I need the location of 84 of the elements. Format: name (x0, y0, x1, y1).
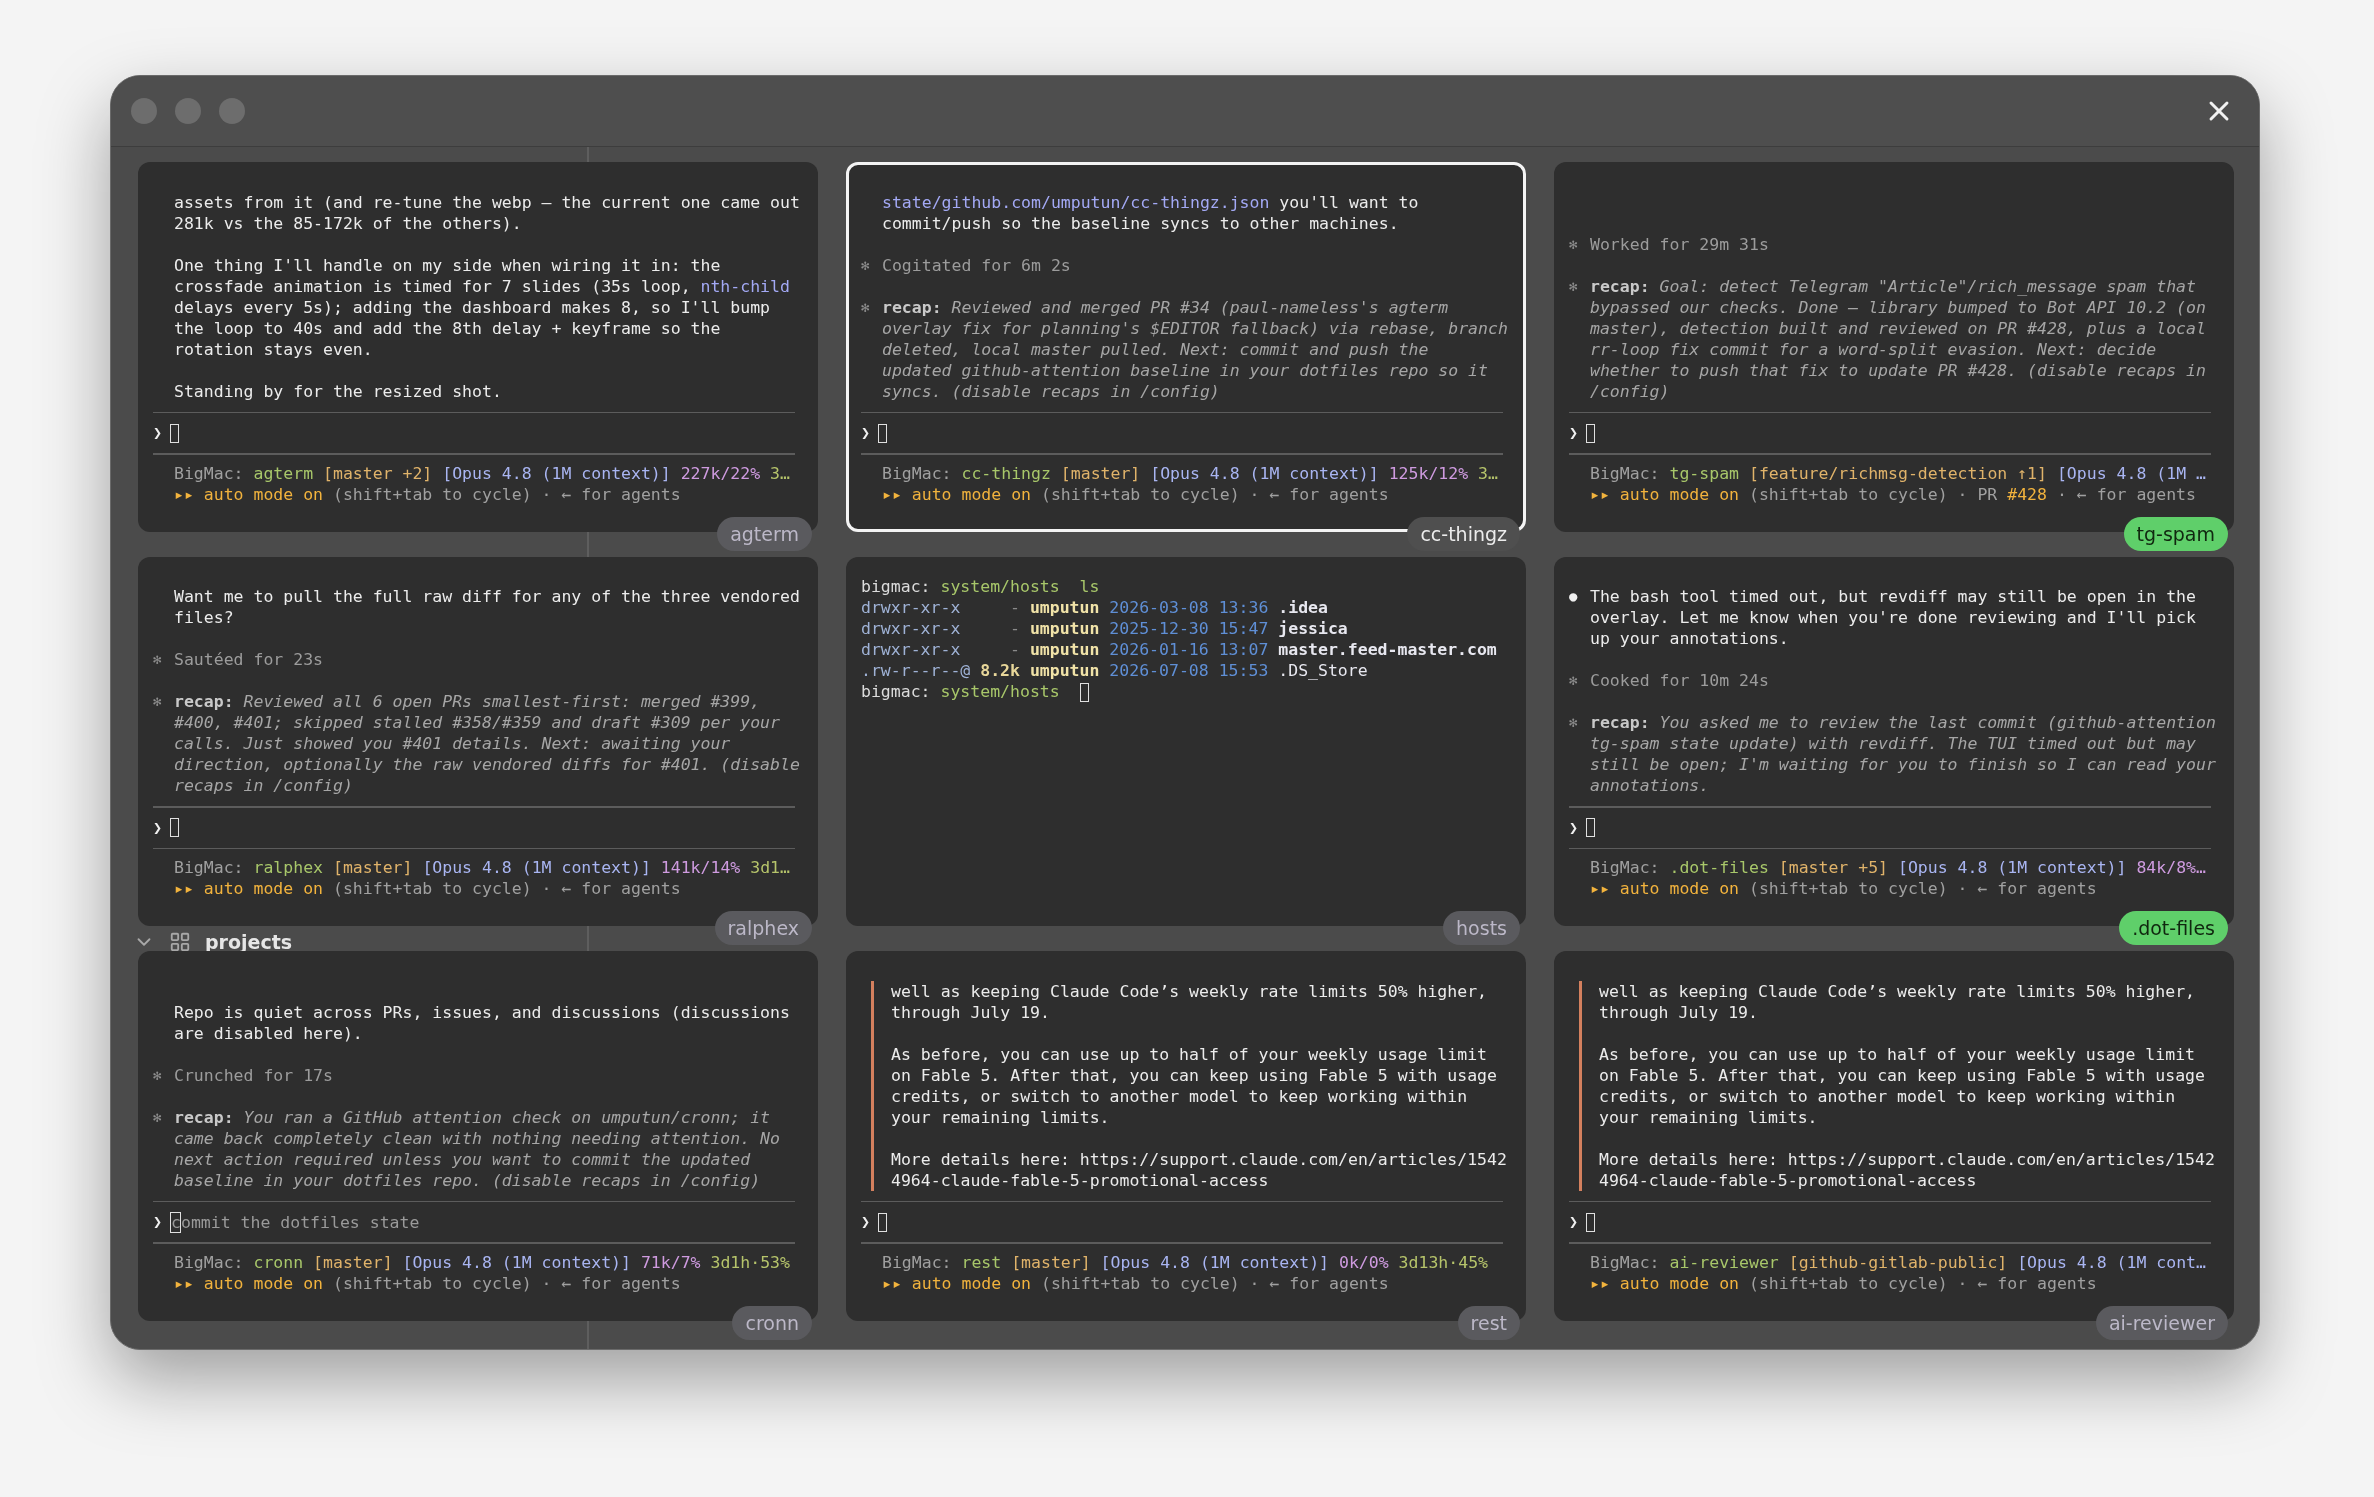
pane-label[interactable]: .dot-files (2119, 911, 2228, 946)
status-text: Cogitated for 6m 2s (882, 254, 1072, 276)
bullet-mark: ✻ (861, 255, 870, 275)
status-text: Cooked for 10m 24s (1590, 670, 1770, 692)
message-text: Want me to pull the full raw diff for any of the three vendored files? (174, 586, 801, 629)
recap-text: recap: You asked me to review the last commit (github-attention tg-spam state update) with revdiff. The TUI timed out but may still be open; I'm waiting for you to finish so I can read your annotations. (1590, 712, 2217, 797)
message-text: Standing by for the resized shot. (174, 380, 503, 402)
bullet-mark: ✻ (153, 692, 162, 712)
bullet-mark: ✻ (1569, 671, 1578, 691)
bullet-mark: ✻ (1569, 234, 1578, 254)
code-link: state/github.com/umputun/cc-thingz.json (882, 192, 1270, 212)
status-line: BigMac: agterm [master +2] [Opus 4.8 (1M context)] 227k/22% 3… (174, 462, 791, 484)
status-line: ▸▸ auto mode on (shift+tab to cycle) · ← for agents (174, 878, 682, 900)
bullet-mark: ✻ (1569, 276, 1578, 296)
prompt-symbol: ❯ (153, 1213, 163, 1232)
pane-label[interactable]: agterm (717, 516, 812, 551)
terminal-line: .rw-r--r--@ 8.2k umputun 2026-07-08 15:53 .DS_Store (861, 659, 1369, 681)
recap-text: recap: Reviewed and merged PR #34 (paul-nameless's agterm overlay fix for planning's $EDITOR fallback) via rebase, branch deleted, local master pulled. Next: commit and push the updated github-attention baseline in your dotfiles repo so it syncs. (disable recaps in /config) (882, 296, 1509, 402)
status-text: Worked for 29m 31s (1590, 233, 1770, 255)
cursor-icon[interactable] (1586, 818, 1596, 838)
status-line: ▸▸ auto mode on (shift+tab to cycle) · ← for agents (1590, 878, 2098, 900)
status-line: ▸▸ auto mode on (shift+tab to cycle) · PR #428 · ← for agents (1590, 483, 2197, 505)
message-text: More details here: https://support.claude.com/en/articles/1542 4964-claude-fable-5-promotional-access (1599, 1149, 2216, 1191)
terminal-line: drwxr-xr-x - umputun 2026-01-16 13:07 master.feed-master.com (861, 638, 1498, 660)
terminal-line: drwxr-xr-x - umputun 2025-12-30 15:47 jessica (861, 617, 1349, 639)
recap-text: recap: Reviewed all 6 open PRs smallest-first: merged #399, #400, #401; skipped stalled #358/#359 and draft #309 per your calls. Just showed you #401 details. Next: awaiting your direction, optionally the raw vendored diffs for #401. (disable recaps in /config) (174, 691, 801, 797)
grid-icon (169, 931, 191, 953)
bullet-mark: ✻ (153, 1066, 162, 1085)
status-line: BigMac: tg-spam [feature/richmsg-detection ↑1] [Opus 4.8 (1M … (1590, 462, 2207, 484)
prompt-symbol: ❯ (1569, 818, 1579, 837)
status-line: BigMac: rest [master] [Opus 4.8 (1M context)] 0k/0% 3d13h·45% (882, 1252, 1489, 1273)
status-line: BigMac: ai-reviewer [github-gitlab-public] [Opus 4.8 (1M cont… (1590, 1252, 2207, 1273)
prompt-symbol: ❯ (861, 424, 871, 443)
terminal-pane[interactable] (138, 951, 818, 1321)
message-text: Repo is quiet across PRs, issues, and discussions (discussions are disabled here). (174, 1002, 791, 1044)
bullet-mark: ✻ (153, 1108, 162, 1127)
pane-label[interactable]: hosts (1443, 911, 1520, 946)
status-line: BigMac: .dot-files [master +5] [Opus 4.8 (1M context)] 84k/8%… (1590, 857, 2207, 879)
prompt-symbol: ❯ (1569, 424, 1579, 443)
pane-label[interactable]: ralphex (714, 911, 812, 946)
terminal-line: bigmac: system/hosts ls (861, 575, 1101, 597)
cursor-icon[interactable] (1586, 423, 1596, 443)
status-line: BigMac: ralphex [master] [Opus 4.8 (1M context)] 141k/14% 3d1… (174, 857, 791, 879)
pane-label[interactable]: cronn (732, 1306, 812, 1340)
prompt-symbol: ❯ (861, 1213, 871, 1232)
status-line: BigMac: cc-thingz [master] [Opus 4.8 (1M context)] 125k/12% 3… (882, 462, 1499, 484)
cursor-icon[interactable] (170, 818, 180, 838)
message-text: state/github.com/umputun/cc-thingz.json you'll want to commit/push so the baseline syncs to other machines. (882, 191, 1420, 234)
code-link: nth-child (700, 276, 790, 296)
sidebar-group-label[interactable]: projects (205, 931, 293, 953)
cursor-icon[interactable] (878, 423, 888, 443)
terminal-line: drwxr-xr-x - umputun 2026-03-08 13:36 .idea (861, 596, 1329, 618)
bullet-mark: ● (1569, 587, 1578, 607)
message-text: One thing I'll handle on my side when wiring it in: the crossfade animation is timed for 7 slides (35s loop, nth-child delays every 5s); adding the dashboard makes 8, so I'll bump the loop to 40s and add the 8th delay + keyframe so the rotation stays even. (174, 254, 791, 360)
status-text: Sautéed for 23s (174, 649, 324, 671)
message-text: As before, you can use up to half of your weekly usage limit on Fable 5. After that, you can keep using Fable 5 with usage credits, or switch to another model to keep working within your remaining limits. (1599, 1044, 2206, 1128)
status-text: Crunched for 17s (174, 1065, 334, 1086)
bullet-mark: ✻ (153, 650, 162, 670)
status-line: ▸▸ auto mode on (shift+tab to cycle) · ← for agents (882, 1273, 1390, 1294)
bullet-mark: ✻ (861, 297, 870, 317)
status-line: ▸▸ auto mode on (shift+tab to cycle) · ← for agents (1590, 1273, 2098, 1294)
status-line: ▸▸ auto mode on (shift+tab to cycle) · ← for agents (174, 483, 682, 505)
pane-label[interactable]: cc-thingz (1407, 516, 1520, 551)
cursor-icon[interactable] (1586, 1213, 1596, 1232)
cursor-icon[interactable] (170, 423, 180, 443)
prompt-symbol: ❯ (153, 424, 163, 443)
prompt-symbol: ❯ (1569, 1213, 1579, 1232)
prompt-symbol: ❯ (153, 818, 163, 837)
recap-text: recap: Goal: detect Telegram "Article"/rich_message spam that bypassed our checks. Done — library bumped to Bot API 10.2 (on master), detection built and reviewed on PR #428, plus a local rr-loop fix commit for a word-split evasion. Next: decide whether to push that fix to update PR #428. (disable recaps in /config) (1590, 275, 2207, 402)
pane-label[interactable]: ai-reviewer (2095, 1306, 2228, 1340)
message-text: More details here: https://support.claude.com/en/articles/1542 4964-claude-fable-5-promotional-access (891, 1149, 1508, 1191)
cursor-icon[interactable] (878, 1213, 888, 1232)
status-line: ▸▸ auto mode on (shift+tab to cycle) · ← for agents (882, 483, 1390, 505)
message-text: assets from it (and re-tune the webp — the current one came out 281k vs the 85-172k of the others). (174, 191, 801, 234)
pane-label[interactable]: tg-spam (2123, 516, 2228, 551)
bullet-mark: ✻ (1569, 713, 1578, 733)
message-text: well as keeping Claude Code’s weekly rate limits 50% higher, through July 19. (891, 981, 1489, 1023)
status-line: ▸▸ auto mode on (shift+tab to cycle) · ← for agents (174, 1273, 682, 1294)
message-text: The bash tool timed out, but revdiff may still be open in the overlay. Let me know when you're done reviewing and I'll pick up your annotations. (1590, 586, 2197, 650)
recap-text: recap: You ran a GitHub attention check on umputun/cronn; it came back completely clean with nothing needing attention. No next action required unless you want to commit the updated baseline in your dotfiles repo. (disable recaps in /config) (174, 1107, 781, 1191)
message-text: well as keeping Claude Code’s weekly rate limits 50% higher, through July 19. (1599, 981, 2197, 1023)
terminal-line: bigmac: system/hosts (861, 680, 1511, 702)
message-text: As before, you can use up to half of your weekly usage limit on Fable 5. After that, you can keep using Fable 5 with usage credits, or switch to another model to keep working within your remaining limits. (891, 1044, 1498, 1128)
status-line: BigMac: cronn [master] [Opus 4.8 (1M context)] 71k/7% 3d1h·53% (174, 1252, 791, 1273)
